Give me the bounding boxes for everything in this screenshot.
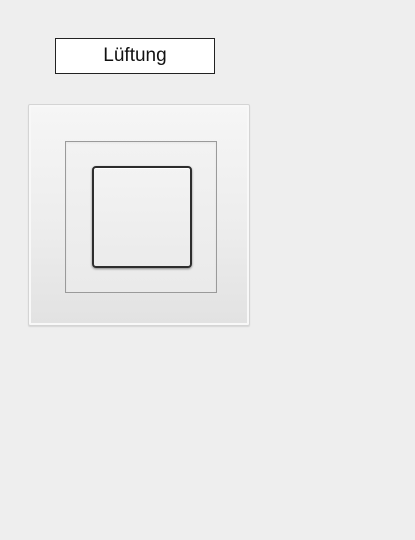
page-title: Lüftung <box>103 45 167 66</box>
switch-inner-frame <box>65 141 217 293</box>
page-title-box: Lüftung <box>55 38 215 74</box>
light-switch-icon[interactable] <box>28 104 250 326</box>
page: Lüftung <box>0 0 415 540</box>
switch-rocker-button[interactable] <box>92 166 192 268</box>
